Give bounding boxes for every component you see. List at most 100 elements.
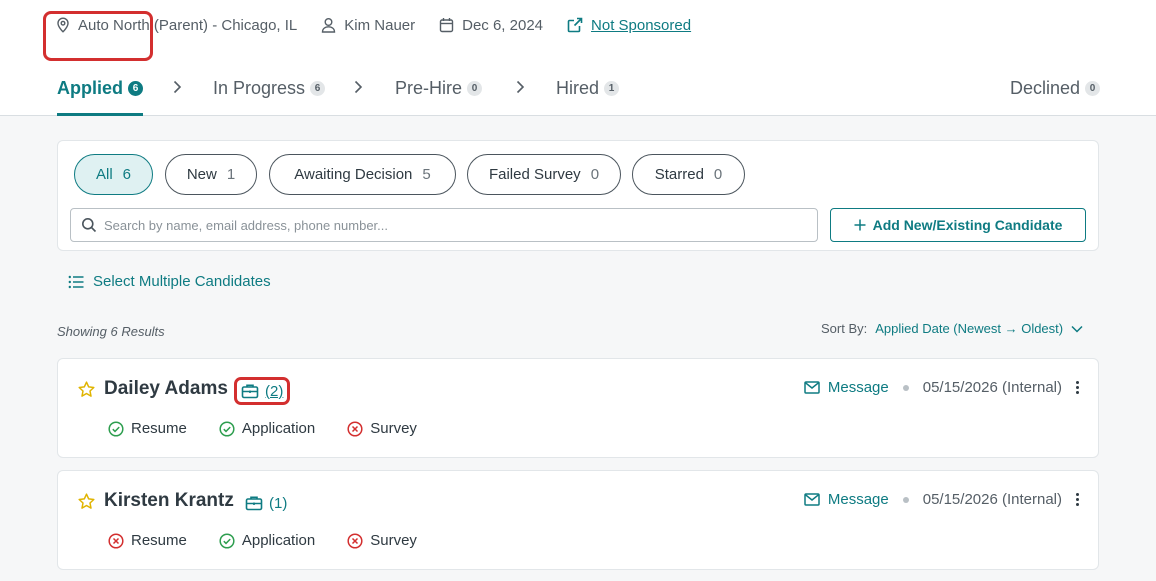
tab-count-badge: 6	[310, 80, 326, 96]
candidate-actions: Message 05/15/2026 (Internal)	[804, 491, 1080, 508]
status-label: Application	[241, 532, 316, 549]
resume-status: Resume	[108, 532, 187, 549]
search-input[interactable]	[104, 217, 794, 233]
sponsorship-meta[interactable]: Not Sponsored	[567, 17, 691, 34]
plus-icon	[854, 219, 866, 231]
chevron-down-icon	[1071, 325, 1083, 333]
chevron-right-icon	[354, 80, 363, 94]
resume-status: Resume	[108, 420, 187, 437]
status-label: Resume	[131, 420, 187, 437]
sort-dropdown[interactable]: Applied Date (Newest → Oldest)	[875, 321, 1083, 336]
x-circle-icon	[347, 420, 363, 437]
filter-count: 0	[590, 166, 600, 183]
filter-pill-all[interactable]: All 6	[74, 154, 153, 195]
candidate-checklist: Resume Application Survey	[108, 532, 449, 549]
check-circle-icon	[219, 420, 235, 437]
status-label: Application	[241, 420, 316, 437]
tab-label: Pre-Hire	[395, 77, 463, 98]
tab-count-badge: 0	[1085, 80, 1101, 96]
results-count: Showing 6 Results	[57, 324, 165, 339]
user-text: Kim Nauer	[344, 16, 416, 34]
filter-label: All	[95, 166, 113, 183]
more-options-icon[interactable]	[1074, 493, 1080, 506]
filter-card: All 6 New 1 Awaiting Decision 5 Failed S…	[57, 140, 1099, 251]
envelope-icon	[804, 381, 820, 394]
star-icon[interactable]	[78, 381, 95, 398]
applied-date: 05/15/2026 (Internal)	[922, 379, 1062, 396]
applied-date: 05/15/2026 (Internal)	[922, 491, 1062, 508]
add-candidate-button[interactable]: Add New/Existing Candidate	[830, 208, 1086, 242]
briefcase-icon	[245, 496, 263, 511]
select-multiple-candidates-button[interactable]: Select Multiple Candidates	[68, 273, 271, 290]
applied-tab-highlight-box	[43, 11, 153, 61]
applied-jobs-count: (2)	[265, 382, 284, 400]
sort-label: Sort By:	[821, 321, 868, 336]
briefcase-icon	[241, 384, 259, 399]
message-button[interactable]: Message	[804, 379, 889, 396]
applied-jobs-link[interactable]: (1)	[241, 489, 291, 517]
add-candidate-label: Add New/Existing Candidate	[872, 217, 1063, 233]
sponsorship-link[interactable]: Not Sponsored	[591, 17, 691, 34]
applied-jobs-link[interactable]: (2)	[234, 377, 291, 405]
candidate-name[interactable]: Dailey Adams	[104, 378, 228, 400]
filter-label: Starred	[654, 166, 704, 183]
chevron-right-icon	[173, 80, 182, 94]
sort-value: Applied Date (Newest → Oldest)	[875, 321, 1064, 336]
separator-dot	[902, 384, 909, 391]
candidate-card[interactable]: Dailey Adams (2) Resume Application Surv…	[57, 358, 1099, 458]
tab-label: Applied	[57, 77, 123, 98]
status-label: Resume	[131, 532, 187, 549]
list-icon	[68, 275, 84, 288]
search-box[interactable]	[70, 208, 818, 242]
filter-count: 5	[422, 166, 431, 183]
star-icon[interactable]	[78, 493, 95, 510]
check-circle-icon	[108, 420, 124, 437]
filter-pill-new[interactable]: New 1	[165, 154, 257, 195]
tab-applied[interactable]: Applied 6	[57, 60, 143, 116]
application-status: Application	[219, 532, 315, 549]
applied-jobs-count: (1)	[269, 494, 288, 512]
person-icon	[322, 18, 336, 33]
tab-declined[interactable]: Declined 0	[1010, 60, 1101, 116]
tab-count-badge: 6	[128, 80, 143, 96]
survey-status: Survey	[347, 420, 417, 437]
separator-dot	[902, 496, 909, 503]
tab-label: Hired	[556, 77, 600, 98]
tab-count-badge: 1	[604, 80, 620, 96]
tab-in-progress[interactable]: In Progress 6	[213, 60, 326, 116]
message-label: Message	[827, 379, 889, 396]
candidate-actions: Message 05/15/2026 (Internal)	[804, 379, 1080, 396]
filter-pill-starred[interactable]: Starred 0	[632, 154, 745, 195]
filter-pill-failed-survey[interactable]: Failed Survey 0	[467, 154, 621, 195]
calendar-icon	[439, 18, 454, 33]
date-text: Dec 6, 2024	[462, 16, 544, 34]
candidate-card[interactable]: Kirsten Krantz (1) Resume Application Su…	[57, 470, 1099, 570]
tab-count-badge: 0	[467, 80, 483, 96]
message-label: Message	[827, 491, 889, 508]
chevron-right-icon	[516, 80, 525, 94]
envelope-icon	[804, 493, 820, 506]
filter-label: Awaiting Decision	[294, 166, 413, 183]
candidate-checklist: Resume Application Survey	[108, 420, 449, 437]
job-meta-bar: Auto North (Parent) - Chicago, IL Kim Na…	[0, 0, 1156, 50]
filter-label: New	[186, 166, 217, 183]
tab-label: Declined	[1010, 77, 1081, 98]
date-meta: Dec 6, 2024	[439, 17, 543, 34]
more-options-icon[interactable]	[1074, 381, 1080, 394]
sort-control: Sort By: Applied Date (Newest → Oldest)	[821, 321, 1083, 336]
tab-hired[interactable]: Hired 1	[556, 60, 620, 116]
stage-tabs: Applied 6 In Progress 6 Pre-Hire 0 Hired…	[0, 60, 1156, 116]
status-label: Survey	[370, 420, 417, 437]
message-button[interactable]: Message	[804, 491, 889, 508]
select-multiple-label: Select Multiple Candidates	[93, 273, 271, 290]
external-link-icon	[567, 17, 583, 33]
tab-pre-hire[interactable]: Pre-Hire 0	[395, 60, 483, 116]
search-icon	[82, 218, 97, 233]
application-status: Application	[219, 420, 315, 437]
x-circle-icon	[347, 532, 363, 549]
filter-pill-awaiting-decision[interactable]: Awaiting Decision 5	[269, 154, 456, 195]
filter-count: 6	[122, 166, 131, 183]
candidate-name[interactable]: Kirsten Krantz	[104, 490, 234, 512]
check-circle-icon	[219, 532, 235, 549]
filter-label: Failed Survey	[488, 166, 581, 183]
